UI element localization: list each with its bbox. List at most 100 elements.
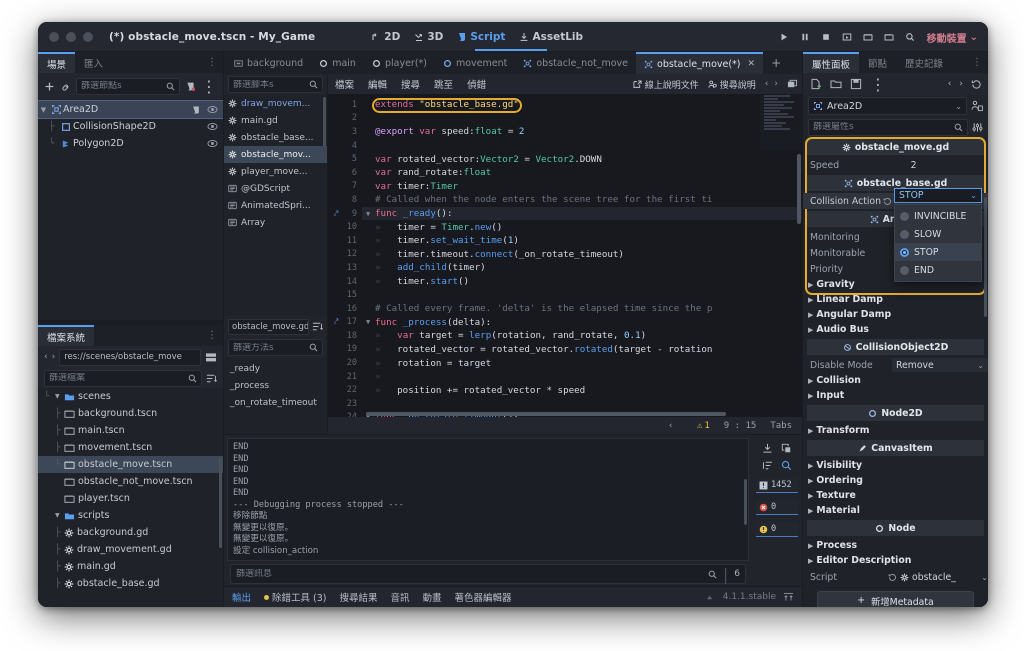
property-value-select[interactable]: Remove ⌄	[892, 358, 988, 372]
attach-script-button[interactable]	[185, 81, 196, 92]
close-icon[interactable]: ✕	[748, 59, 756, 69]
script-item[interactable]: AnimatedSpri...	[224, 197, 327, 214]
method-item[interactable]: _on_rotate_timeout	[224, 394, 327, 411]
dock-tab-filesystem[interactable]: 檔案系統	[38, 325, 95, 346]
inspector-settings-icon[interactable]	[972, 122, 983, 133]
expand-arrow-icon[interactable]: ▼	[55, 393, 64, 400]
scene-options-icon[interactable]: ⋮	[201, 77, 217, 96]
scene-tab-obstacle-move[interactable]: obstacle_move(*) ✕	[636, 52, 764, 74]
section-transform[interactable]: ▶ Transform	[803, 423, 988, 438]
filesystem-filter-input[interactable]	[49, 373, 185, 383]
filesystem-dock-menu-icon[interactable]: ⋮	[201, 325, 223, 346]
menu-file[interactable]: 檔案	[328, 77, 361, 91]
tab-history[interactable]: 歷史記錄	[896, 52, 952, 73]
collision-action-options-popup[interactable]: INVINCIBLE SLOW STOP END	[894, 204, 982, 282]
section-collision[interactable]: ▶ Collision	[803, 373, 988, 388]
search-icon[interactable]	[781, 460, 792, 471]
output-filter-input[interactable]	[236, 569, 702, 579]
script-filter-box[interactable]	[228, 76, 323, 93]
caret-position[interactable]: 9 : 15	[724, 421, 757, 431]
collapse-icon[interactable]	[762, 460, 773, 471]
remote-debug-icon[interactable]	[905, 32, 915, 42]
fs-item-background-tscn[interactable]: ├ background.tscn	[38, 405, 223, 422]
fs-item-scripts[interactable]: ▼ scripts	[38, 507, 223, 524]
fs-item-obstacle-not-move-tscn[interactable]: obstacle_not_move.tscn	[38, 473, 223, 490]
play-scene-icon[interactable]	[842, 32, 852, 42]
node-visibility-icon[interactable]	[207, 104, 218, 115]
inspector-back-icon[interactable]: ‹	[948, 79, 952, 89]
bottom-tab-output[interactable]: 輸出	[232, 590, 251, 604]
inspector-forward-icon[interactable]: ›	[959, 79, 963, 89]
fs-item-movement-tscn[interactable]: ├ movement.tscn	[38, 439, 223, 456]
menu-debug[interactable]: 偵錯	[460, 77, 493, 91]
section-visibility[interactable]: ▶ Visibility	[803, 458, 988, 473]
signal-connection-icon[interactable]: ⤤	[334, 209, 339, 219]
scene-tab-movement[interactable]: movement	[435, 52, 515, 74]
option-stop[interactable]: STOP	[895, 243, 981, 261]
script-filter-input[interactable]	[233, 79, 306, 90]
option-end[interactable]: END	[895, 261, 981, 279]
scene-tab-main[interactable]: main	[311, 52, 364, 74]
bottom-tab-debugger[interactable]: 除錯工具 (3)	[264, 590, 327, 604]
indent-mode[interactable]: Tabs	[770, 421, 792, 431]
warning-counter[interactable]: 0	[756, 522, 798, 537]
output-log[interactable]: END END END END END --- Debugging proces…	[227, 438, 749, 561]
sort-files-icon[interactable]	[206, 373, 217, 384]
script-nav-buttons[interactable]: ‹ ›	[765, 79, 778, 89]
bottom-tab-animation[interactable]: 動畫	[423, 590, 442, 604]
method-item[interactable]: _process	[224, 377, 327, 394]
scene-tab-obstacle-not-move[interactable]: obstacle_not_move	[515, 52, 636, 74]
menu-search[interactable]: 搜尋	[394, 77, 427, 91]
save-resource-icon[interactable]	[850, 78, 862, 90]
code-horizontal-scrollbar[interactable]	[366, 412, 726, 416]
script-item[interactable]: draw_movem...	[224, 95, 327, 112]
tab-inspector[interactable]: 屬性面板	[803, 52, 860, 73]
tab-assetlib[interactable]: AssetLib	[519, 31, 583, 43]
scene-dock-menu-icon[interactable]: ⋮	[201, 52, 223, 73]
section-linear-damp[interactable]: ▶ Linear Damp	[803, 292, 988, 307]
new-resource-icon[interactable]	[810, 78, 822, 90]
windows-layout-icon[interactable]	[787, 79, 798, 89]
fs-item-main-tscn[interactable]: ├ main.tscn	[38, 422, 223, 439]
forward-icon[interactable]: ›	[52, 352, 56, 362]
play-icon[interactable]	[779, 32, 789, 42]
code-minimap[interactable]	[760, 94, 802, 150]
property-speed[interactable]: Speed 2	[803, 157, 988, 173]
section-process[interactable]: ▶ Process	[803, 538, 988, 553]
output-scrollbar[interactable]	[744, 479, 747, 525]
dock-tab-import[interactable]: 匯入	[75, 52, 112, 73]
prev-script-icon[interactable]: ‹	[765, 79, 769, 89]
section-ordering[interactable]: ▶ Ordering	[803, 473, 988, 488]
info-counter[interactable]: 1452	[756, 478, 798, 493]
scroll-left-icon[interactable]: ‹	[668, 421, 673, 431]
menu-goto[interactable]: 跳至	[427, 77, 460, 91]
reset-property-icon[interactable]	[888, 573, 897, 582]
scene-tab-player[interactable]: player(*)	[364, 52, 435, 74]
filesystem-filter-box[interactable]	[44, 369, 202, 387]
script-item[interactable]: @GDScript	[224, 180, 327, 197]
load-resource-icon[interactable]	[830, 78, 842, 90]
open-docs-icon[interactable]	[971, 100, 983, 112]
tab-2d[interactable]: 2D	[371, 31, 400, 43]
close-window-button[interactable]	[49, 31, 59, 42]
method-filter-input[interactable]	[233, 342, 306, 353]
tab-3d[interactable]: 3D	[414, 31, 443, 43]
scene-node-polygon2d[interactable]: └ Polygon2D	[38, 135, 223, 152]
signal-connection-icon[interactable]: ⤤	[334, 317, 339, 327]
script-item[interactable]: main.gd	[224, 112, 327, 129]
scene-filter-box[interactable]	[76, 77, 180, 95]
scene-node-collisionshape2d[interactable]: ├ CollisionShape2D	[38, 118, 223, 135]
section-angular-damp[interactable]: ▶ Angular Damp	[803, 307, 988, 322]
collision-action-dropdown[interactable]: STOP ⌄	[894, 188, 982, 203]
output-filter-box[interactable]: | 6	[230, 564, 746, 584]
bottom-tab-audio[interactable]: 音訊	[391, 590, 410, 604]
search-help-link[interactable]: 搜尋說明	[708, 78, 756, 91]
filesystem-scrollbar[interactable]	[219, 458, 222, 548]
expand-arrow-icon[interactable]: ▼	[38, 106, 49, 114]
tab-script[interactable]: Script	[457, 31, 505, 43]
window-controls[interactable]	[38, 31, 93, 42]
movie-record-icon[interactable]	[863, 32, 873, 42]
node-visibility-icon[interactable]	[207, 121, 218, 132]
online-docs-link[interactable]: 線上說明文件	[633, 78, 699, 91]
property-filter-box[interactable]	[808, 118, 968, 136]
